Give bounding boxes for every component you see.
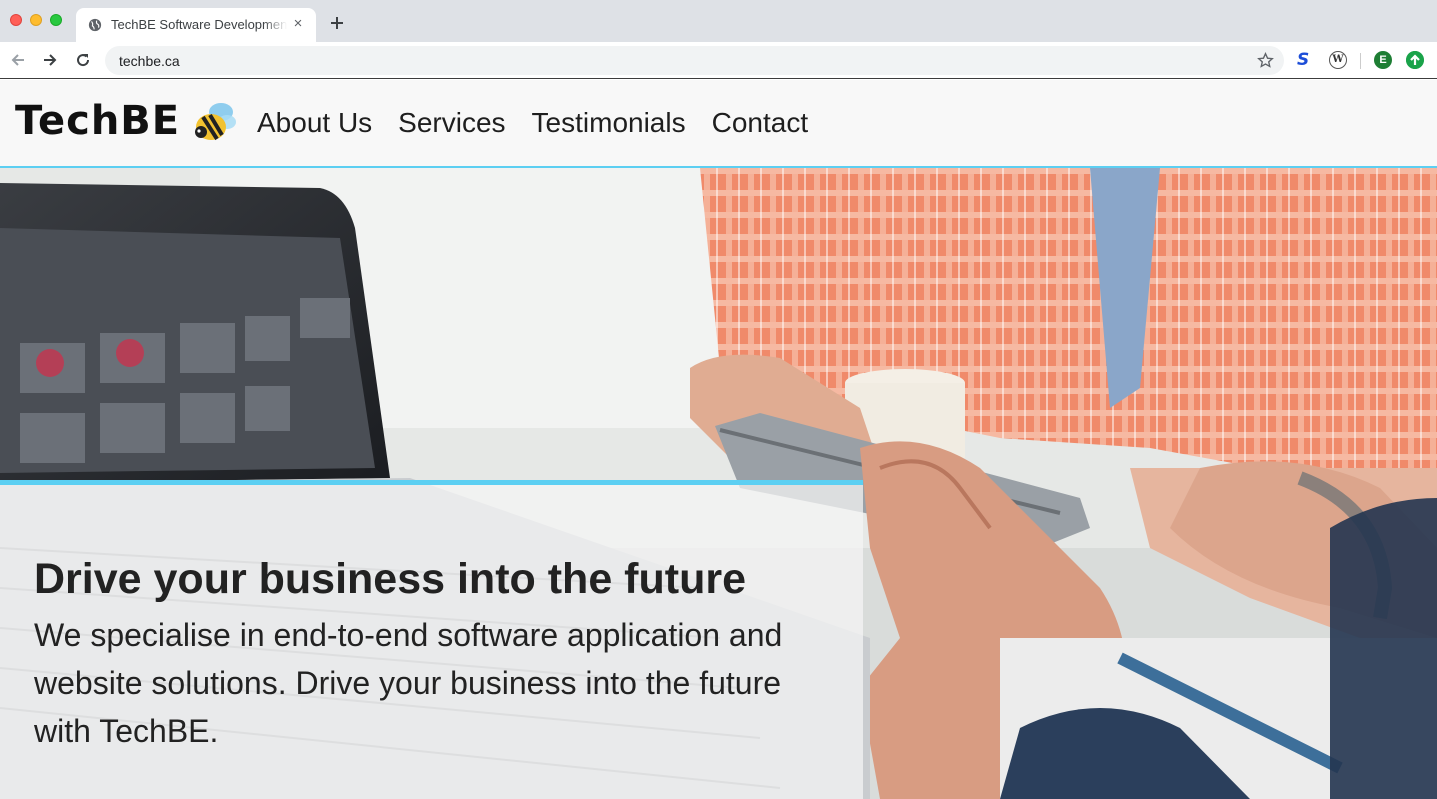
profile-e-icon[interactable]: E bbox=[1374, 51, 1392, 69]
s-extension-icon[interactable]: S bbox=[1297, 51, 1315, 69]
back-arrow-icon[interactable] bbox=[9, 51, 27, 69]
site-header: TechBE About Us Services Testimonials Co… bbox=[0, 80, 1437, 168]
nav-contact[interactable]: Contact bbox=[712, 106, 809, 140]
window-maximize-button[interactable] bbox=[50, 14, 62, 26]
window-close-button[interactable] bbox=[10, 14, 22, 26]
browser-tab[interactable]: TechBE Software Development × bbox=[76, 8, 316, 42]
toolbar-divider bbox=[1360, 53, 1361, 69]
bee-logo-icon bbox=[195, 103, 236, 141]
tab-close-icon[interactable]: × bbox=[290, 16, 306, 32]
hero-text-panel: Drive your business into the future We s… bbox=[0, 480, 863, 799]
reload-icon[interactable] bbox=[74, 51, 92, 69]
url-text: techbe.ca bbox=[119, 53, 180, 69]
hero-title: Drive your business into the future bbox=[34, 555, 746, 603]
nav-about-us[interactable]: About Us bbox=[257, 106, 372, 140]
s-extension-letter: S bbox=[1297, 50, 1310, 70]
nav-services[interactable]: Services bbox=[398, 106, 505, 140]
address-bar[interactable]: techbe.ca bbox=[105, 46, 1284, 75]
profile-initial: E bbox=[1379, 54, 1387, 66]
w-extension-icon[interactable]: W bbox=[1329, 51, 1347, 69]
logo-text: TechBE bbox=[15, 98, 181, 144]
browser-toolbar: techbe.ca S W E bbox=[0, 42, 1437, 79]
new-tab-icon[interactable] bbox=[328, 14, 346, 32]
update-icon[interactable] bbox=[1406, 51, 1424, 69]
hero-section: Drive your business into the future We s… bbox=[0, 168, 1437, 799]
hero-description: We specialise in end-to-end software app… bbox=[34, 617, 783, 749]
window-minimize-button[interactable] bbox=[30, 14, 42, 26]
bookmark-star-icon[interactable] bbox=[1257, 52, 1274, 69]
browser-tab-bar: TechBE Software Development × bbox=[0, 0, 1437, 42]
nav-testimonials[interactable]: Testimonials bbox=[532, 106, 686, 140]
tab-title: TechBE Software Development bbox=[111, 17, 287, 32]
main-nav: About Us Services Testimonials Contact bbox=[257, 106, 808, 140]
w-extension-letter: W bbox=[1332, 54, 1344, 65]
globe-icon bbox=[88, 18, 102, 32]
forward-arrow-icon[interactable] bbox=[41, 51, 59, 69]
